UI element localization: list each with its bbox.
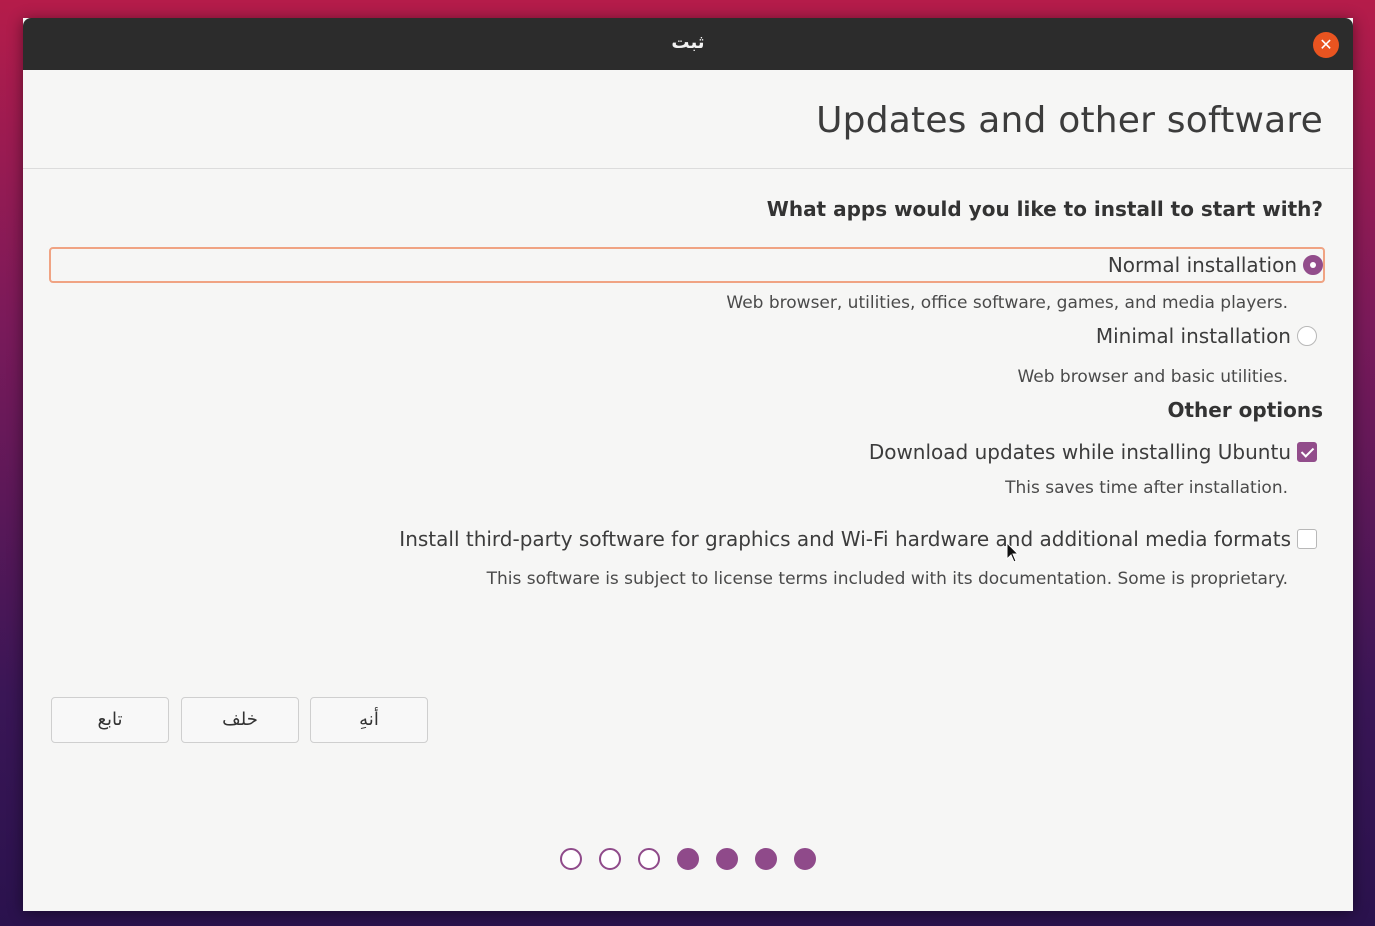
continue-button[interactable]: تابع [51, 697, 169, 743]
apps-section-heading: What apps would you like to install to s… [766, 197, 1323, 221]
minimal-installation-option[interactable]: Minimal installation [1096, 324, 1317, 348]
third-party-software-label: Install third-party software for graphic… [399, 527, 1291, 551]
third-party-software-description: This software is subject to license term… [486, 569, 1288, 589]
download-updates-option[interactable]: Download updates while installing Ubuntu [869, 440, 1317, 464]
normal-installation-radio[interactable] [1303, 255, 1323, 275]
other-options-heading: Other options [1167, 398, 1323, 422]
progress-dot [794, 848, 816, 870]
title-bar[interactable]: ثبت ✕ [23, 18, 1353, 70]
page-header: Updates and other software [23, 70, 1353, 169]
minimal-installation-description: Web browser and basic utilities. [1017, 367, 1288, 387]
third-party-software-checkbox[interactable] [1297, 529, 1317, 549]
normal-installation-description: Web browser, utilities, office software,… [726, 293, 1288, 313]
close-button[interactable]: ✕ [1313, 32, 1339, 58]
installer-window: ثبت ✕ Updates and other software What ap… [23, 18, 1353, 911]
window-title: ثبت [671, 32, 705, 53]
progress-dot [677, 848, 699, 870]
mouse-cursor-icon [1006, 542, 1020, 563]
download-updates-label: Download updates while installing Ubuntu [868, 440, 1291, 464]
progress-dot [755, 848, 777, 870]
close-icon: ✕ [1319, 35, 1333, 54]
normal-installation-option[interactable]: Normal installation [49, 247, 1325, 283]
progress-dots [560, 848, 816, 870]
back-button[interactable]: خلف [181, 697, 299, 743]
quit-button[interactable]: أنهِ [310, 697, 428, 743]
minimal-installation-radio[interactable] [1297, 326, 1317, 346]
page-title: Updates and other software [816, 100, 1323, 141]
minimal-installation-label: Minimal installation [1095, 324, 1291, 348]
download-updates-description: This saves time after installation. [1005, 478, 1288, 498]
main-content: What apps would you like to install to s… [23, 169, 1353, 911]
download-updates-checkbox[interactable] [1297, 442, 1317, 462]
progress-dot [638, 848, 660, 870]
normal-installation-label: Normal installation [1107, 253, 1297, 277]
progress-dot [560, 848, 582, 870]
progress-dot [716, 848, 738, 870]
progress-dot [599, 848, 621, 870]
third-party-software-option[interactable]: Install third-party software for graphic… [399, 527, 1317, 551]
